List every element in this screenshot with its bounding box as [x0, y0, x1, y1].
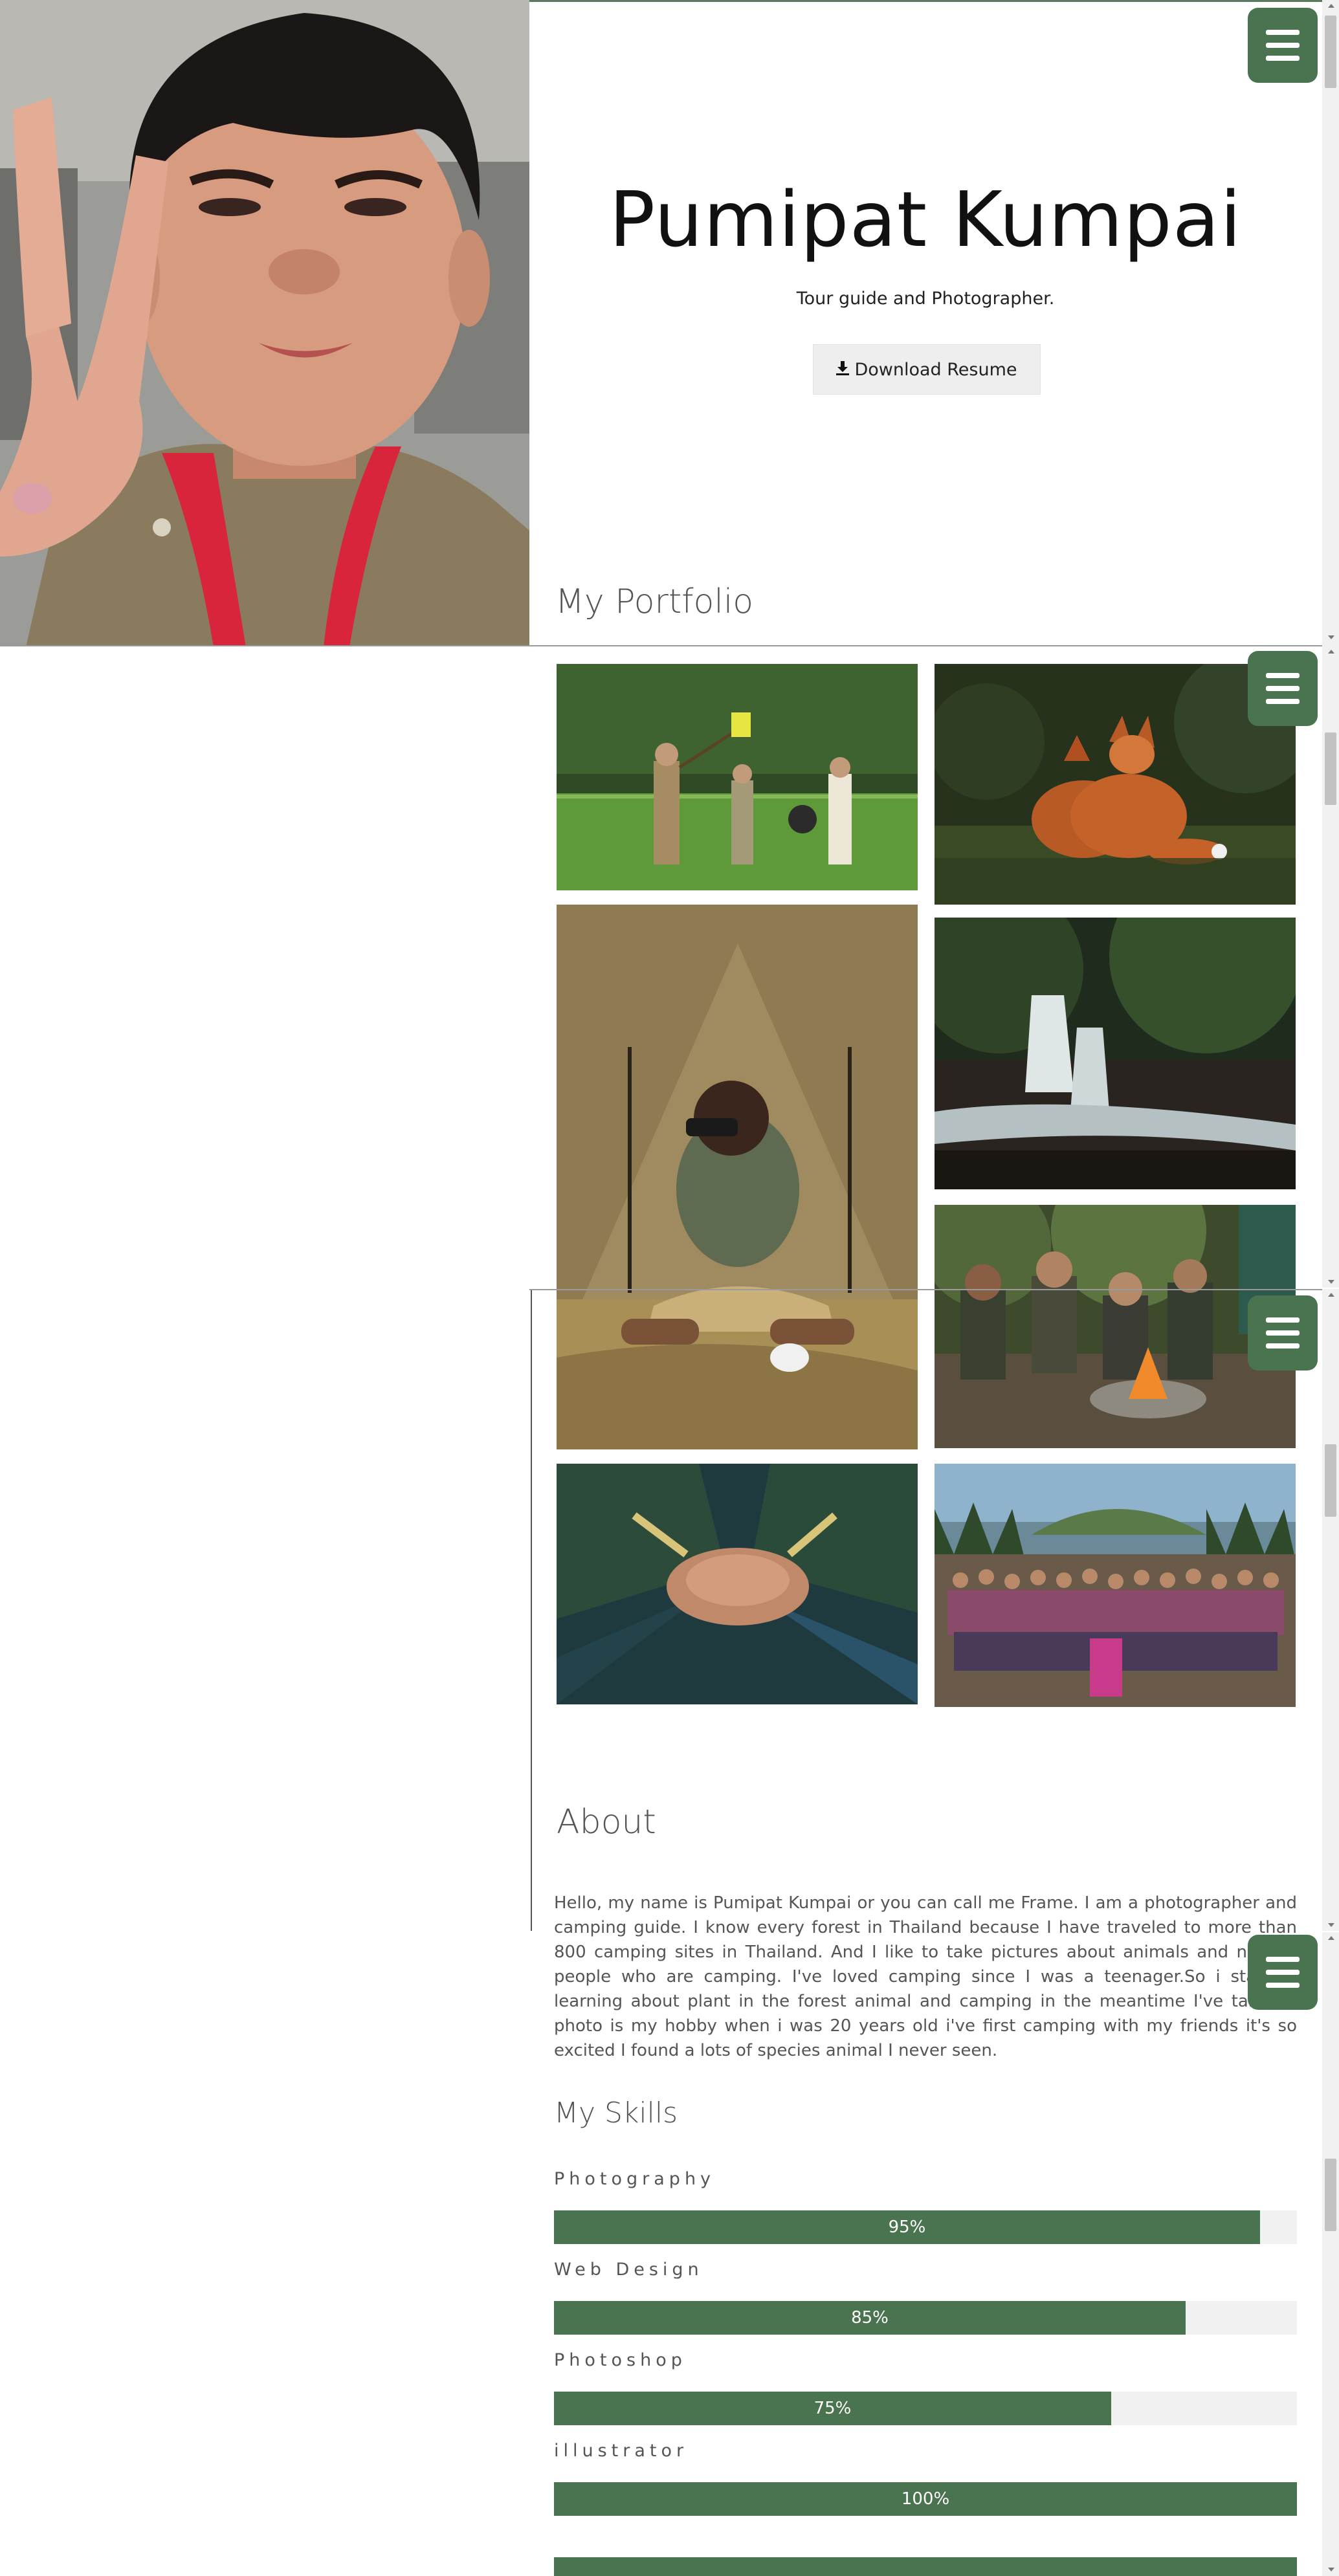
hamburger-menu-icon — [1266, 30, 1300, 35]
photo-large-camp-group[interactable] — [935, 1464, 1296, 1707]
photo-scouts-in-rice-field[interactable] — [557, 664, 918, 890]
scroll-down-arrow[interactable] — [1328, 635, 1334, 639]
scroll-down-arrow[interactable] — [1328, 1280, 1334, 1284]
menu-button[interactable] — [1248, 1935, 1318, 2010]
skill-label: illustrator — [554, 2441, 689, 2461]
frame-divider — [529, 1289, 1322, 1290]
scrollbar[interactable] — [1322, 0, 1339, 646]
scroll-up-arrow[interactable] — [1328, 1293, 1334, 1297]
photo-forest-waterfall[interactable] — [935, 918, 1296, 1189]
skill-label: Web Design — [554, 2260, 703, 2280]
about-text: Hello, my name is Pumipat Kumpai or you … — [554, 1893, 1297, 2060]
hamburger-bar — [1266, 43, 1300, 48]
frame-edge — [531, 1290, 532, 1931]
hamburger-bar — [1266, 1330, 1300, 1336]
scrollbar[interactable] — [1322, 1932, 1339, 2576]
scrollbar[interactable] — [1322, 1289, 1339, 1931]
photo-stacked-hands[interactable] — [557, 1464, 918, 1704]
skill-bar-track: 85% — [554, 2301, 1297, 2335]
scroll-up-arrow[interactable] — [1328, 650, 1334, 654]
scrollbar-thumb[interactable] — [1325, 2159, 1336, 2231]
download-icon — [836, 360, 850, 380]
skills-title: My Skills — [554, 2097, 678, 2130]
hamburger-bar — [1266, 699, 1300, 704]
scroll-down-arrow[interactable] — [1328, 1923, 1334, 1927]
photo-kids-at-campfire[interactable] — [935, 1205, 1296, 1448]
download-resume-label: Download Resume — [854, 359, 1017, 380]
photo-two-red-foxes[interactable] — [935, 664, 1296, 905]
about-title: About — [557, 1803, 656, 1842]
scroll-up-arrow[interactable] — [1328, 4, 1334, 8]
hamburger-bar — [1266, 686, 1300, 691]
skill-bar-track: 100% — [554, 2482, 1297, 2516]
scrollbar-thumb[interactable] — [1325, 16, 1336, 88]
skill-bar-fill: 85% — [554, 2301, 1186, 2335]
hamburger-menu-icon — [1266, 1957, 1300, 1962]
skill-label: Photography — [554, 2169, 716, 2189]
skill-label: Photoshop — [554, 2350, 687, 2370]
skill-bar-fill: 100% — [554, 2482, 1297, 2516]
hero-name: Pumipat Kumpai — [609, 175, 1242, 264]
menu-button[interactable] — [1248, 1295, 1318, 1371]
photo-boy-with-binoculars-at-tent[interactable] — [557, 905, 918, 1449]
hamburger-bar — [1266, 1343, 1300, 1349]
menu-button[interactable] — [1248, 8, 1318, 83]
next-skill-bar — [554, 2557, 1297, 2576]
download-resume-button[interactable]: Download Resume — [813, 344, 1041, 395]
scrollbar[interactable] — [1322, 646, 1339, 1288]
skill-bar-track: 75% — [554, 2392, 1297, 2425]
portfolio-title: My Portfolio — [555, 582, 754, 621]
scroll-up-arrow[interactable] — [1328, 1936, 1334, 1940]
skill-bar-track: 95% — [554, 2210, 1297, 2244]
hamburger-menu-icon — [1266, 673, 1300, 678]
hamburger-bar — [1266, 1983, 1300, 1988]
skill-bar-fill: 95% — [554, 2210, 1260, 2244]
menu-button[interactable] — [1248, 651, 1318, 726]
scrollbar-thumb[interactable] — [1325, 732, 1336, 805]
hamburger-menu-icon — [1266, 1317, 1300, 1323]
hamburger-bar — [1266, 56, 1300, 61]
skill-bar-fill: 75% — [554, 2392, 1111, 2425]
profile-photo — [0, 0, 529, 646]
scrollbar-thumb[interactable] — [1325, 1444, 1336, 1517]
scroll-down-arrow[interactable] — [1328, 2568, 1334, 2571]
frame-divider — [0, 645, 1322, 646]
hero-subtitle: Tour guide and Photographer. — [796, 289, 1055, 309]
hamburger-bar — [1266, 1970, 1300, 1975]
